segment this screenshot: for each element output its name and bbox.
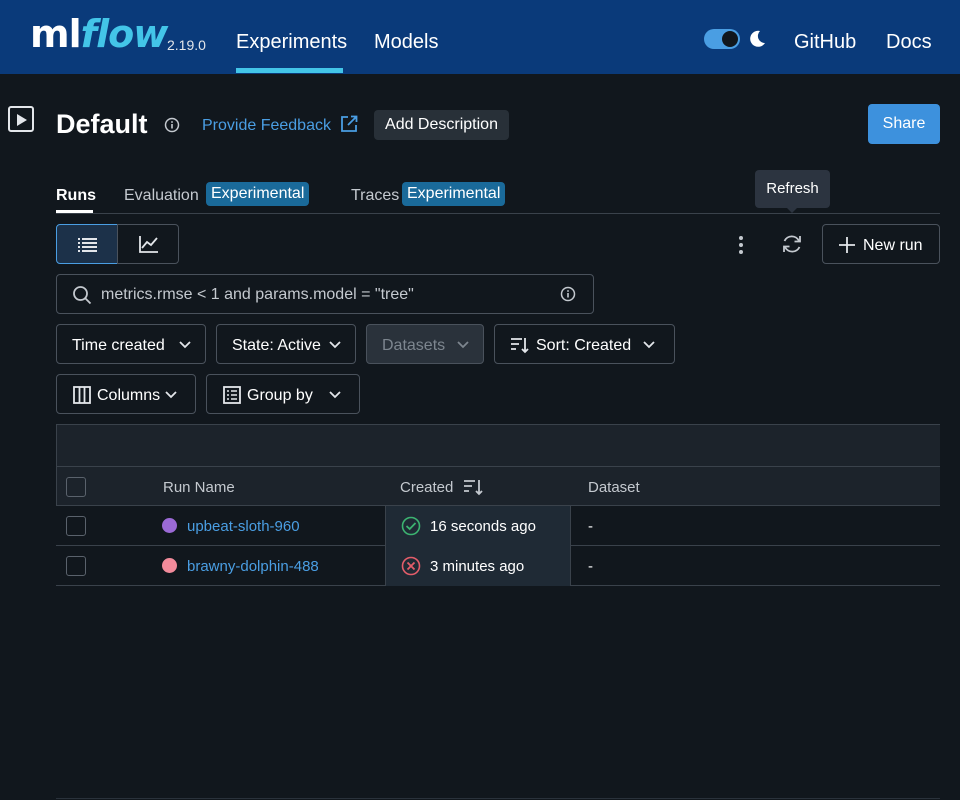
sidebar-toggle-button[interactable]: [8, 106, 34, 132]
dark-mode-toggle[interactable]: [704, 29, 740, 49]
chart-icon: [139, 236, 158, 253]
sort-desc-icon[interactable]: [463, 477, 485, 497]
column-header-run-name[interactable]: Run Name: [163, 479, 235, 496]
nav-experiments[interactable]: Experiments: [236, 31, 347, 54]
column-header-dataset[interactable]: Dataset: [588, 479, 640, 496]
row-checkbox[interactable]: [66, 516, 86, 536]
sort-dropdown[interactable]: Sort: Created: [494, 324, 675, 364]
nav-models[interactable]: Models: [374, 31, 438, 54]
top-navbar: mlflow 2.19.0 Experiments Models GitHub …: [0, 0, 960, 74]
search-icon: [73, 286, 92, 305]
add-description-button[interactable]: Add Description: [374, 110, 509, 140]
more-options-icon[interactable]: [731, 234, 751, 256]
plus-icon: [839, 237, 855, 253]
select-all-checkbox[interactable]: [66, 477, 86, 497]
run-name-link[interactable]: brawny-dolphin-488: [187, 558, 319, 575]
table-row: brawny-dolphin-488 3 minutes ago -: [56, 546, 940, 586]
table-toolbar-area: [56, 424, 940, 466]
sort-icon: [511, 338, 529, 354]
time-created-label: Time created: [72, 337, 165, 354]
logo-text-flow: flow: [80, 12, 169, 56]
group-by-dropdown[interactable]: Group by: [206, 374, 360, 414]
error-x-icon: [401, 556, 421, 576]
chevron-down-icon: [329, 341, 341, 349]
provide-feedback-link[interactable]: Provide Feedback: [202, 117, 331, 135]
page-bottom-divider: [56, 798, 940, 799]
created-time: 16 seconds ago: [430, 518, 536, 535]
refresh-tooltip: Refresh: [755, 170, 830, 208]
new-run-label: New run: [863, 237, 923, 254]
group-by-label: Group by: [247, 387, 313, 404]
chevron-down-icon: [179, 341, 191, 349]
refresh-icon[interactable]: [780, 233, 804, 255]
run-color-dot: [162, 518, 177, 533]
sort-label: Sort: Created: [536, 337, 632, 354]
created-cell: 16 seconds ago: [385, 506, 571, 546]
datasets-filter-dropdown[interactable]: Datasets: [366, 324, 484, 364]
search-input[interactable]: [101, 283, 551, 307]
table-row: upbeat-sloth-960 16 seconds ago -: [56, 506, 940, 546]
dataset-value: -: [588, 558, 593, 575]
tab-evaluation[interactable]: Evaluation: [124, 187, 199, 205]
experimental-badge: Experimental: [206, 182, 310, 206]
mlflow-logo[interactable]: mlflow: [30, 12, 169, 56]
toggle-knob: [722, 31, 738, 47]
column-header-created[interactable]: Created: [400, 479, 453, 496]
run-name-link[interactable]: upbeat-sloth-960: [187, 518, 300, 535]
group-by-icon: [223, 386, 241, 404]
new-run-button[interactable]: New run: [822, 224, 940, 264]
table-header-row: Run Name Created Dataset: [56, 466, 940, 506]
tab-traces[interactable]: Traces: [351, 187, 399, 205]
tabs-divider: [56, 213, 940, 214]
columns-label: Columns: [97, 387, 161, 404]
chevron-down-icon: [457, 341, 469, 349]
logo-text-ml: ml: [30, 12, 82, 56]
chart-view-button[interactable]: [117, 224, 179, 264]
list-icon: [78, 238, 97, 252]
nav-docs[interactable]: Docs: [886, 31, 932, 54]
search-help-icon[interactable]: [560, 286, 576, 302]
chevron-down-icon: [643, 341, 655, 349]
version-label: 2.19.0: [167, 37, 206, 53]
external-link-icon[interactable]: [340, 115, 358, 133]
experimental-badge: Experimental: [402, 182, 506, 206]
share-button[interactable]: Share: [868, 104, 940, 144]
page-title: Default: [56, 109, 148, 139]
chevron-down-icon: [165, 391, 177, 399]
created-time: 3 minutes ago: [430, 558, 525, 575]
time-created-dropdown[interactable]: Time created: [56, 324, 206, 364]
runs-search-box: [56, 274, 594, 314]
run-color-dot: [162, 558, 177, 573]
nav-github[interactable]: GitHub: [794, 31, 856, 54]
row-checkbox[interactable]: [66, 556, 86, 576]
dataset-value: -: [588, 518, 593, 535]
play-icon: [17, 114, 27, 126]
state-filter-dropdown[interactable]: State: Active: [216, 324, 356, 364]
nav-active-indicator: [236, 68, 343, 73]
chevron-down-icon: [329, 391, 341, 399]
moon-icon: [750, 30, 765, 47]
columns-icon: [73, 386, 91, 404]
info-icon[interactable]: [164, 117, 180, 133]
tab-runs[interactable]: Runs: [56, 187, 96, 205]
created-cell: 3 minutes ago: [385, 546, 571, 586]
datasets-filter-label: Datasets: [382, 337, 446, 354]
list-view-button[interactable]: [56, 224, 118, 264]
columns-dropdown[interactable]: Columns: [56, 374, 196, 414]
success-check-icon: [401, 516, 421, 536]
state-filter-label: State: Active: [232, 337, 321, 354]
